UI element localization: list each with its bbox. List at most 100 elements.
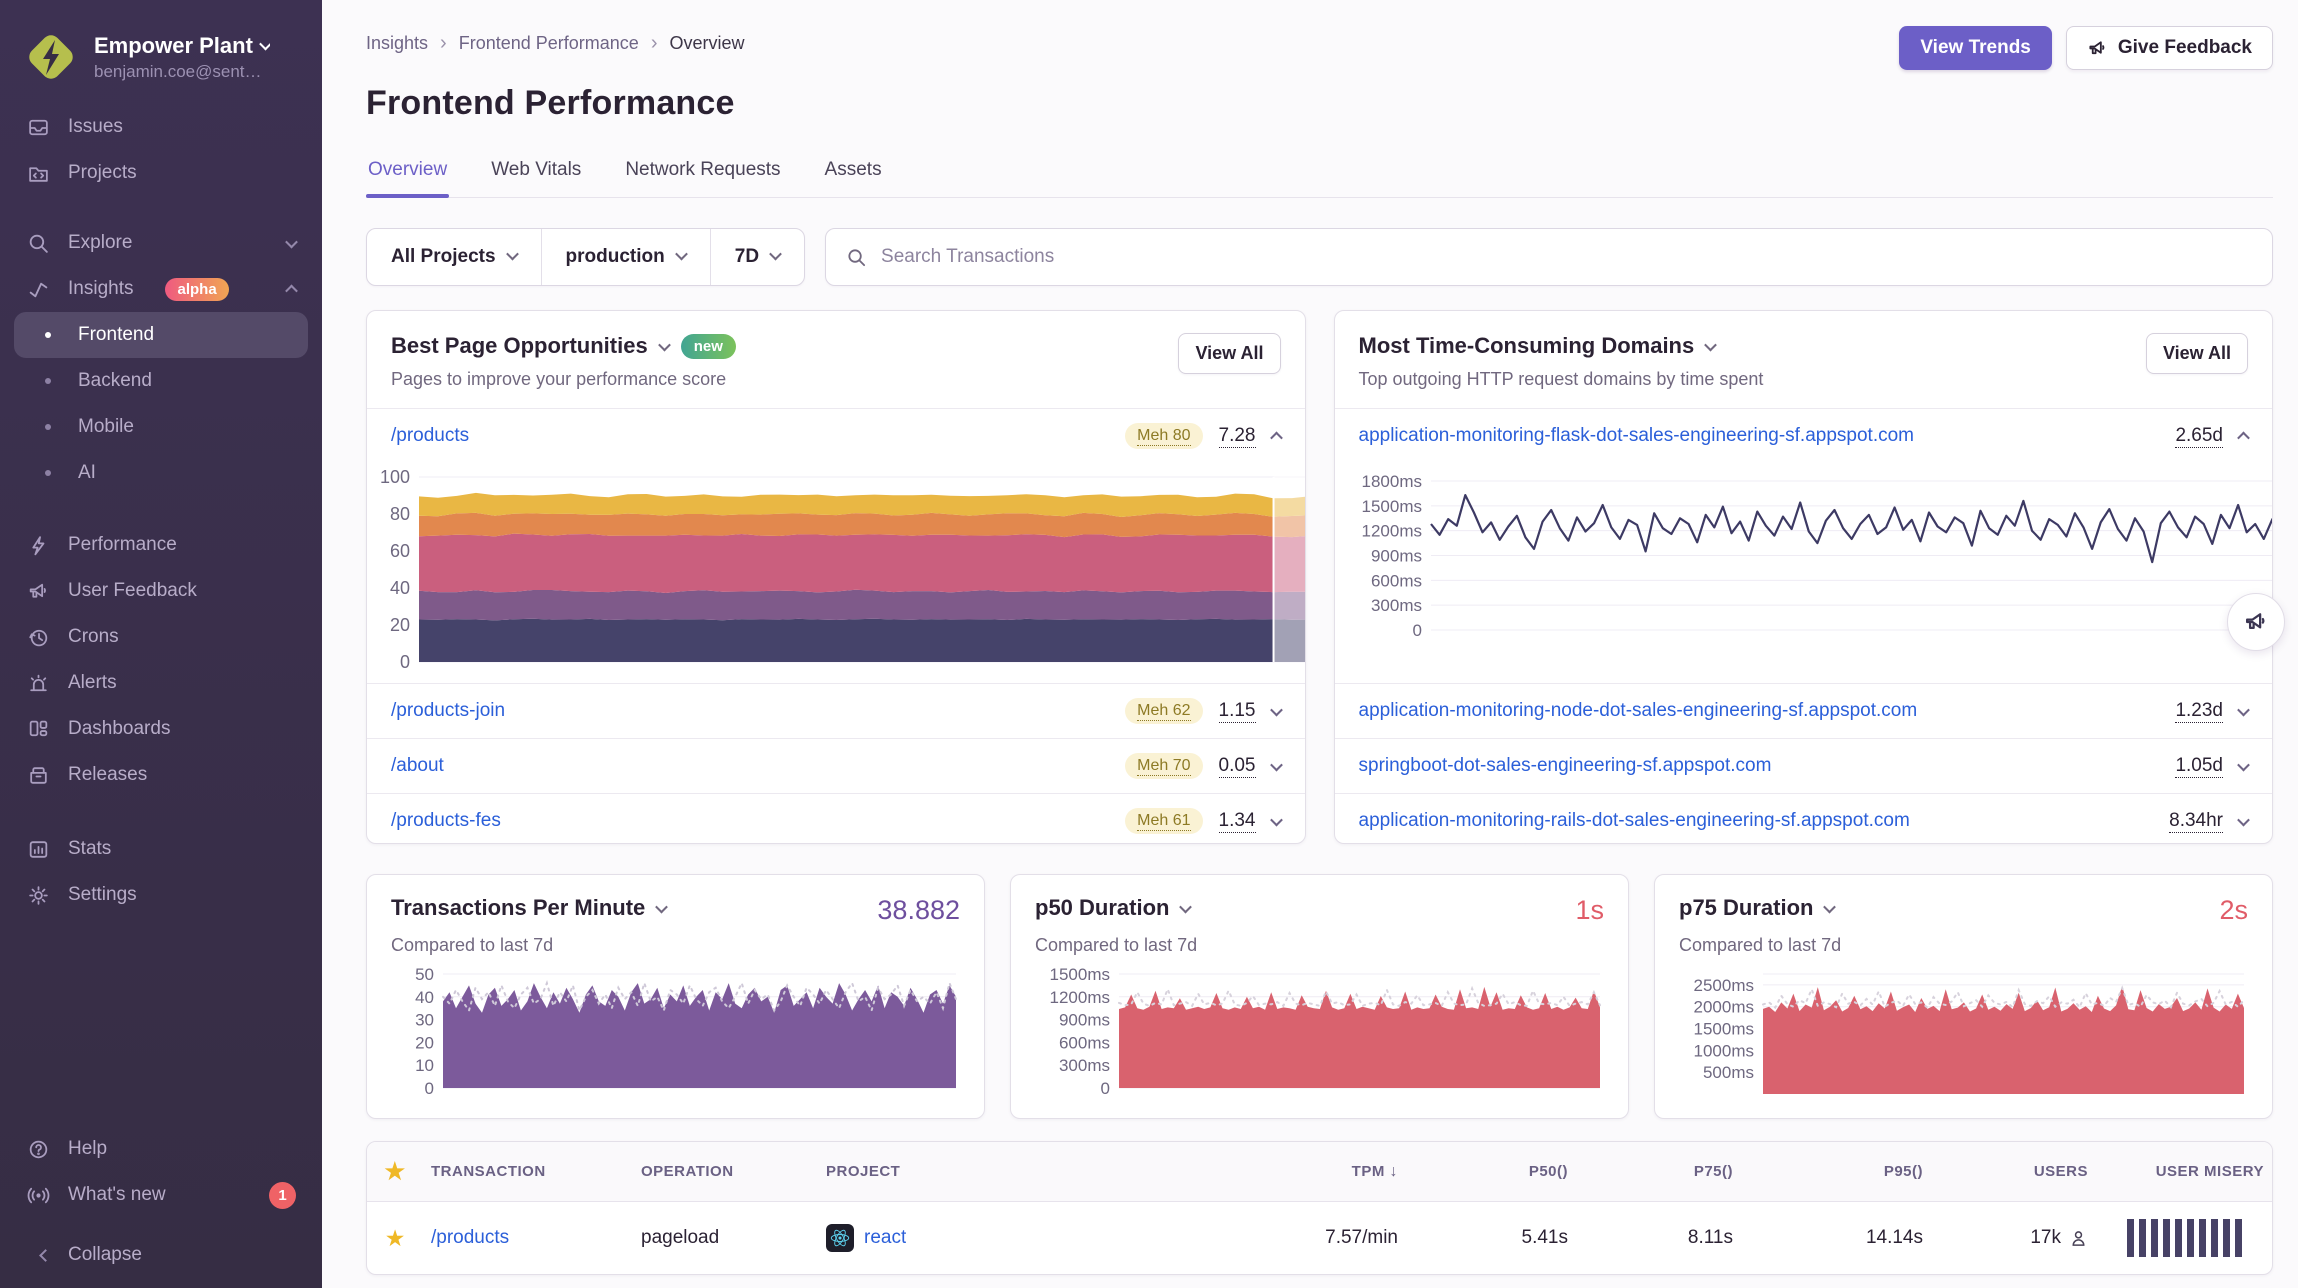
expand-row-icon[interactable] bbox=[2237, 758, 2250, 771]
sidebar-item-label: Stats bbox=[68, 838, 111, 860]
sidebar-item-performance[interactable]: Performance bbox=[14, 522, 308, 568]
chevron-down-icon[interactable] bbox=[658, 338, 671, 351]
sidebar-item-user-feedback[interactable]: User Feedback bbox=[14, 568, 308, 614]
sidebar-item-explore[interactable]: Explore bbox=[14, 220, 308, 266]
svg-text:300ms: 300ms bbox=[1059, 1056, 1110, 1075]
p50-value: 1s bbox=[1575, 895, 1604, 926]
sidebar-item-insights[interactable]: Insights alpha bbox=[14, 266, 308, 312]
domain-link[interactable]: springboot-dot-sales-engineering-sf.apps… bbox=[1359, 755, 1772, 777]
domain-link[interactable]: application-monitoring-node-dot-sales-en… bbox=[1359, 700, 1918, 722]
col-p50[interactable]: P50() bbox=[1406, 1163, 1576, 1180]
floating-feedback-button[interactable] bbox=[2227, 593, 2285, 651]
sidebar-item-mobile[interactable]: Mobile bbox=[14, 404, 308, 450]
breadcrumb-separator: › bbox=[440, 32, 447, 55]
opportunity-value: 0.05 bbox=[1219, 755, 1256, 777]
sidebar-item-settings[interactable]: Settings bbox=[14, 872, 308, 918]
svg-text:600ms: 600ms bbox=[1370, 571, 1421, 590]
transaction-link[interactable]: /products-fes bbox=[391, 810, 501, 832]
sidebar-item-label: Help bbox=[68, 1138, 107, 1160]
tpm-area-chart: 01020304050 bbox=[391, 966, 960, 1102]
breadcrumb-frontend-performance[interactable]: Frontend Performance bbox=[459, 33, 639, 54]
tab-assets[interactable]: Assets bbox=[823, 159, 884, 197]
star-icon[interactable]: ★ bbox=[367, 1225, 423, 1252]
domain-row: application-monitoring-rails-dot-sales-e… bbox=[1335, 793, 2273, 844]
svg-text:40: 40 bbox=[390, 578, 410, 598]
col-p75[interactable]: P75() bbox=[1576, 1163, 1741, 1180]
tab-web-vitals[interactable]: Web Vitals bbox=[489, 159, 583, 197]
col-transaction[interactable]: TRANSACTION bbox=[423, 1163, 633, 1180]
col-users[interactable]: USERS bbox=[1931, 1163, 2096, 1180]
sidebar-item-projects[interactable]: Projects bbox=[14, 150, 308, 196]
table-row: ★ /products pageload react 7.57/min 5.41… bbox=[367, 1202, 2272, 1274]
svg-text:50: 50 bbox=[415, 966, 434, 984]
col-tpm[interactable]: TPM ↓ bbox=[1246, 1163, 1406, 1181]
expand-row-icon[interactable] bbox=[1270, 813, 1283, 826]
col-project[interactable]: PROJECT bbox=[818, 1163, 1246, 1180]
breadcrumb-separator: › bbox=[651, 32, 658, 55]
compare-subtitle: Compared to last 7d bbox=[1035, 935, 1604, 956]
sidebar-item-dashboards[interactable]: Dashboards bbox=[14, 706, 308, 752]
project-filter-dropdown[interactable]: All Projects bbox=[367, 229, 541, 285]
col-p95[interactable]: P95() bbox=[1741, 1163, 1931, 1180]
siren-icon bbox=[26, 671, 50, 695]
svg-text:1200ms: 1200ms bbox=[1050, 988, 1110, 1007]
chevron-down-icon[interactable] bbox=[1824, 900, 1837, 913]
collapse-row-icon[interactable] bbox=[1270, 431, 1283, 444]
project-link[interactable]: react bbox=[864, 1227, 906, 1249]
domain-link[interactable]: application-monitoring-flask-dot-sales-e… bbox=[1359, 425, 1915, 447]
new-badge: new bbox=[681, 334, 736, 359]
sidebar-item-stats[interactable]: Stats bbox=[14, 826, 308, 872]
project-cell: react bbox=[818, 1224, 1246, 1252]
environment-filter-dropdown[interactable]: production bbox=[541, 229, 710, 285]
expand-row-icon[interactable] bbox=[1270, 758, 1283, 771]
domain-link[interactable]: application-monitoring-rails-dot-sales-e… bbox=[1359, 810, 1910, 832]
view-all-button[interactable]: View All bbox=[1178, 333, 1280, 374]
sidebar-item-label: Releases bbox=[68, 764, 147, 786]
sidebar-item-crons[interactable]: Crons bbox=[14, 614, 308, 660]
tab-network-requests[interactable]: Network Requests bbox=[623, 159, 782, 197]
sidebar-nav: Issues Projects Explore Insights alpha F… bbox=[14, 104, 308, 1278]
time-spent-value: 1.05d bbox=[2175, 755, 2223, 777]
expand-row-icon[interactable] bbox=[1270, 703, 1283, 716]
sidebar-item-help[interactable]: Help bbox=[14, 1126, 308, 1172]
transaction-link[interactable]: /products-join bbox=[391, 700, 505, 722]
search-input[interactable] bbox=[881, 246, 2252, 268]
org-switcher[interactable]: Empower Plant benjamin.coe@sent… bbox=[14, 22, 308, 92]
sidebar-item-alerts[interactable]: Alerts bbox=[14, 660, 308, 706]
col-user-misery[interactable]: USER MISERY bbox=[2096, 1163, 2272, 1180]
view-trends-button[interactable]: View Trends bbox=[1899, 26, 2052, 70]
panel-subtitle: Top outgoing HTTP request domains by tim… bbox=[1359, 369, 1764, 390]
sidebar-item-whats-new[interactable]: What's new 1 bbox=[14, 1172, 308, 1218]
sidebar-item-releases[interactable]: Releases bbox=[14, 752, 308, 798]
page-opportunity-row: /about Meh 70 0.05 bbox=[367, 738, 1305, 793]
transaction-link[interactable]: /products bbox=[391, 425, 469, 447]
sidebar-item-ai[interactable]: AI bbox=[14, 450, 308, 496]
chevron-down-icon[interactable] bbox=[655, 900, 668, 913]
svg-text:10: 10 bbox=[415, 1056, 434, 1075]
col-operation[interactable]: OPERATION bbox=[633, 1163, 818, 1180]
star-icon[interactable]: ★ bbox=[367, 1158, 423, 1185]
sidebar-collapse-button[interactable]: Collapse bbox=[14, 1232, 308, 1278]
sidebar-item-label: Insights bbox=[68, 278, 133, 300]
sidebar-item-frontend[interactable]: Frontend bbox=[14, 312, 308, 358]
chevron-down-icon[interactable] bbox=[1704, 338, 1717, 351]
svg-text:1200ms: 1200ms bbox=[1361, 522, 1421, 541]
tab-overview[interactable]: Overview bbox=[366, 159, 449, 197]
give-feedback-button[interactable]: Give Feedback bbox=[2066, 26, 2273, 70]
svg-text:0: 0 bbox=[400, 652, 410, 672]
chevron-down-icon[interactable] bbox=[1180, 900, 1193, 913]
expand-row-icon[interactable] bbox=[2237, 703, 2250, 716]
sidebar-item-backend[interactable]: Backend bbox=[14, 358, 308, 404]
collapse-row-icon[interactable] bbox=[2237, 431, 2250, 444]
breadcrumb-insights[interactable]: Insights bbox=[366, 33, 428, 54]
view-all-button[interactable]: View All bbox=[2146, 333, 2248, 374]
transaction-link[interactable]: /products bbox=[431, 1227, 509, 1248]
sidebar-item-issues[interactable]: Issues bbox=[14, 104, 308, 150]
page-opportunity-row: /products-join Meh 62 1.15 bbox=[367, 683, 1305, 738]
expand-row-icon[interactable] bbox=[2237, 813, 2250, 826]
page-opportunity-row: /products-fes Meh 61 1.34 bbox=[367, 793, 1305, 844]
page-opportunity-row: /products Meh 80 7.28 bbox=[367, 408, 1305, 463]
org-email: benjamin.coe@sent… bbox=[94, 62, 270, 82]
date-range-dropdown[interactable]: 7D bbox=[710, 229, 804, 285]
transaction-link[interactable]: /about bbox=[391, 755, 444, 777]
